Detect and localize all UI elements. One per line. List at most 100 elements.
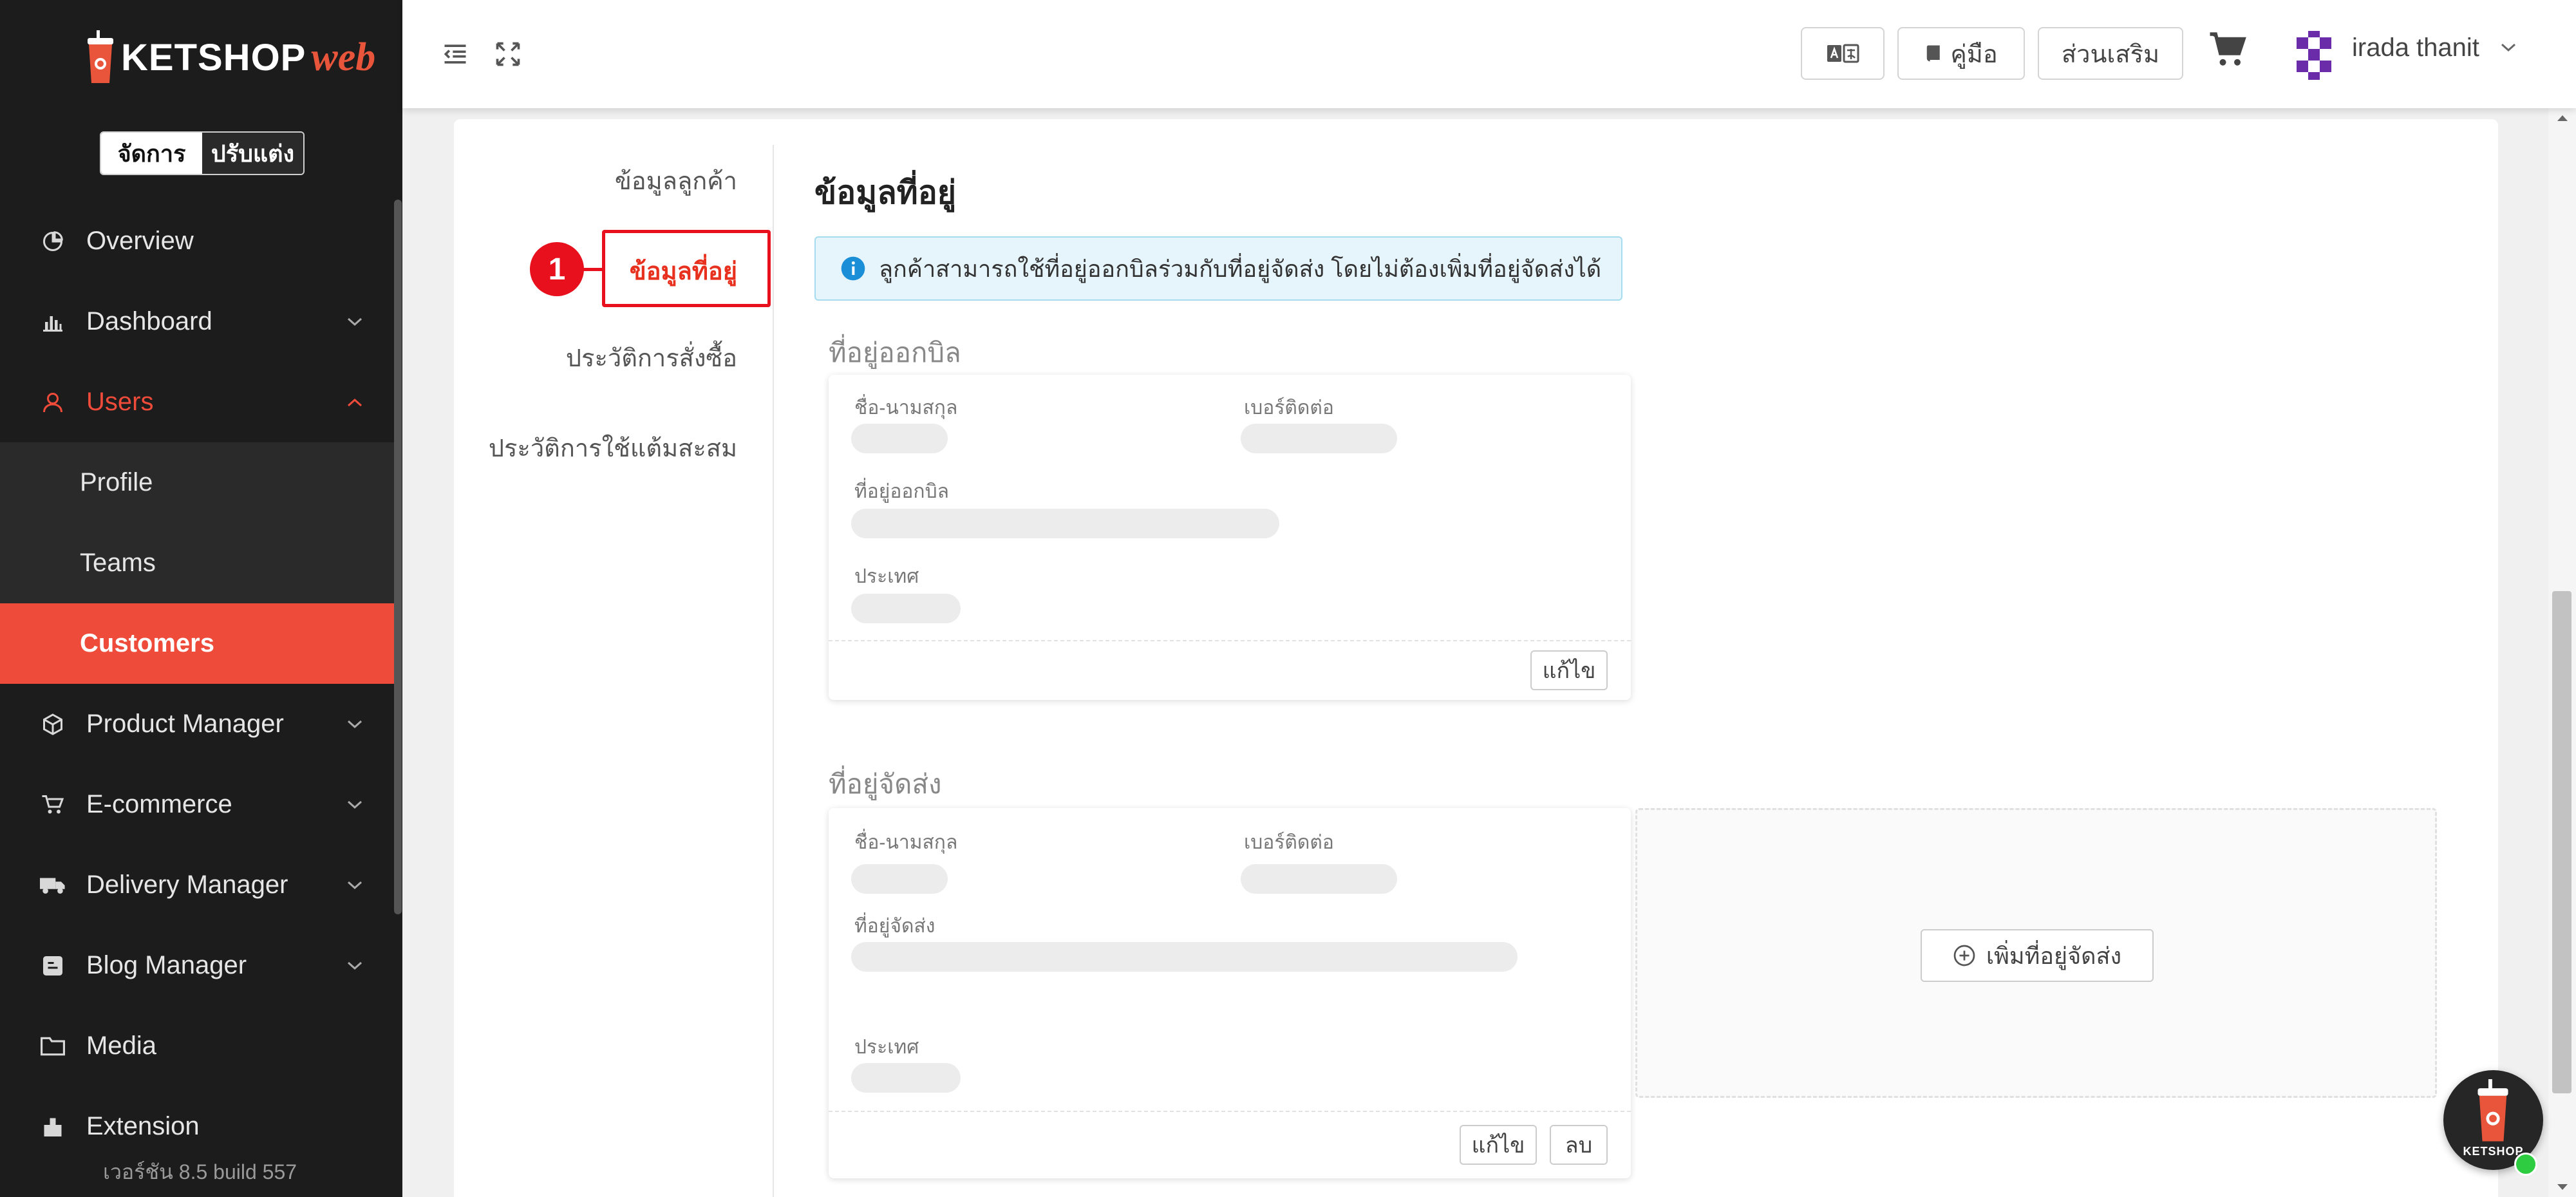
customer-detail-card: ข้อมูลลูกค้า ข้อมูลที่อยู่ ประวัติการสั่… — [454, 119, 2498, 1197]
manual-button[interactable]: คู่มือ — [1897, 27, 2025, 80]
phone-label: เบอร์ติดต่อ — [1244, 397, 1334, 419]
country-placeholder — [851, 1063, 961, 1093]
ketshop-logo[interactable]: KETSHOP web — [84, 27, 375, 88]
sidebar-item-product-manager[interactable]: Product Manager — [0, 684, 395, 764]
page-scrollbar[interactable] — [2548, 108, 2576, 1197]
chevron-down-icon — [347, 881, 362, 889]
tab-points-history[interactable]: ประวัติการใช้แต้มสะสม — [489, 428, 737, 467]
add-shipping-label: เพิ่มที่อยู่จัดส่ง — [1986, 942, 2122, 969]
shipping-title: ที่อยู่จัดส่ง — [829, 769, 942, 799]
page-scrollbar-thumb[interactable] — [2552, 591, 2571, 1093]
sidebar-item-label: Extension — [86, 1112, 200, 1140]
phone-placeholder — [1241, 864, 1397, 894]
step-connector — [583, 268, 603, 271]
sidebar-item-overview[interactable]: Overview — [0, 201, 395, 281]
detail-tabs: ข้อมูลลูกค้า ข้อมูลที่อยู่ ประวัติการสั่… — [454, 119, 773, 1197]
tab-order-history[interactable]: ประวัติการสั่งซื้อ — [566, 338, 737, 377]
country-label: ประเทศ — [854, 566, 919, 587]
pie-chart-icon — [40, 229, 66, 254]
bar-chart-icon — [40, 309, 66, 335]
collapse-menu-icon[interactable] — [441, 40, 469, 68]
top-bar: คู่มือ ส่วนเสริม irada thanit — [402, 0, 2576, 108]
sidebar-subitem-teams[interactable]: Teams — [0, 523, 395, 603]
language-button[interactable] — [1801, 27, 1885, 80]
sidebar-item-delivery-manager[interactable]: Delivery Manager — [0, 845, 395, 925]
truck-icon — [40, 872, 66, 898]
chevron-down-icon — [347, 961, 362, 970]
chevron-down-icon — [347, 800, 362, 809]
version-text: เวอร์ชัน 8.5 build 557 — [0, 1147, 402, 1197]
chevron-up-icon — [347, 398, 362, 406]
cup-logo-icon — [88, 30, 113, 83]
logo-brand: KETSHOP — [121, 37, 306, 79]
billing-address-card: ชื่อ-นามสกุล เบอร์ติดต่อ ที่อยู่ออกบิล ป… — [829, 375, 1631, 700]
extension-button[interactable]: ส่วนเสริม — [2038, 27, 2183, 80]
sidebar-item-label: Overview — [86, 227, 194, 255]
country-label: ประเทศ — [854, 1037, 919, 1058]
sidebar-item-users[interactable]: Users — [0, 362, 395, 442]
edit-shipping-button[interactable]: แก้ไข — [1460, 1125, 1537, 1165]
tab-highlight-box — [602, 230, 771, 307]
chevron-down-icon[interactable] — [2500, 42, 2517, 53]
box-icon — [40, 712, 66, 737]
online-status-dot — [2514, 1153, 2537, 1176]
manual-label: คู่มือ — [1950, 41, 1998, 68]
card-footer: แก้ไข ลบ — [829, 1111, 1631, 1178]
info-icon — [841, 256, 865, 281]
info-alert: ลูกค้าสามารถใช้ที่อยู่ออกบิลร่วมกับที่อย… — [814, 236, 1622, 301]
sidebar-item-blog-manager[interactable]: Blog Manager — [0, 925, 395, 1006]
sidebar-nav: Overview Dashboard Users Profile Teams C… — [0, 201, 395, 1167]
address-placeholder — [851, 509, 1279, 538]
user-name[interactable]: irada thanit — [2352, 33, 2479, 62]
logo-suffix: web — [311, 35, 376, 79]
info-text: ลูกค้าสามารถใช้ที่อยู่ออกบิลร่วมกับที่อย… — [879, 255, 1602, 282]
step-badge: 1 — [530, 242, 584, 296]
folder-icon — [40, 1033, 66, 1059]
cart-icon — [40, 792, 66, 818]
scroll-up-icon[interactable] — [2556, 113, 2569, 122]
mode-toggle: จัดการ ปรับแต่ง — [100, 131, 305, 175]
plus-circle-icon — [1953, 945, 1975, 966]
scroll-down-icon[interactable] — [2556, 1183, 2569, 1192]
add-shipping-button[interactable]: เพิ่มที่อยู่จัดส่ง — [1921, 929, 2154, 982]
cup-logo-icon — [2477, 1079, 2508, 1142]
puzzle-icon — [40, 1114, 66, 1140]
blog-icon — [40, 953, 66, 979]
tab-customer-info[interactable]: ข้อมูลลูกค้า — [615, 161, 737, 200]
shipping-address-card: ชื่อ-นามสกุล เบอร์ติดต่อ ที่อยู่จัดส่ง ป… — [829, 808, 1631, 1178]
sidebar-item-label: Blog Manager — [86, 951, 247, 979]
user-icon — [40, 390, 66, 415]
add-shipping-area: เพิ่มที่อยู่จัดส่ง — [1635, 808, 2437, 1098]
sidebar-scrollbar[interactable] — [394, 200, 402, 914]
name-placeholder — [851, 424, 948, 453]
tabs-divider — [773, 145, 774, 1197]
country-placeholder — [851, 594, 961, 623]
name-label: ชื่อ-นามสกุล — [854, 832, 958, 853]
sidebar-item-label: E-commerce — [86, 790, 232, 818]
book-icon — [1927, 45, 1941, 62]
sidebar-subitem-profile[interactable]: Profile — [0, 442, 395, 523]
sidebar-item-dashboard[interactable]: Dashboard — [0, 281, 395, 362]
sidebar-subitem-customers[interactable]: Customers — [0, 603, 395, 684]
cart-icon[interactable] — [2208, 31, 2247, 70]
translate-icon — [1827, 44, 1859, 63]
edit-billing-button[interactable]: แก้ไข — [1530, 650, 1608, 690]
chevron-down-icon — [347, 317, 362, 326]
sidebar-item-ecommerce[interactable]: E-commerce — [0, 764, 395, 845]
chevron-down-icon — [347, 720, 362, 728]
mode-customize-button[interactable]: ปรับแต่ง — [202, 133, 303, 174]
mode-manage-button[interactable]: จัดการ — [101, 133, 202, 174]
name-placeholder — [851, 864, 948, 894]
address-label: ที่อยู่ออกบิล — [854, 481, 949, 502]
card-footer: แก้ไข — [829, 640, 1631, 700]
address-placeholder — [851, 942, 1518, 972]
sidebar-item-label: Dashboard — [86, 307, 212, 335]
address-label: ที่อยู่จัดส่ง — [854, 916, 935, 937]
phone-placeholder — [1241, 424, 1397, 453]
sidebar: KETSHOP web จัดการ ปรับแต่ง Overview Das… — [0, 0, 402, 1197]
sidebar-item-media[interactable]: Media — [0, 1006, 395, 1086]
avatar[interactable] — [2290, 31, 2339, 80]
sidebar-item-label: Users — [86, 388, 154, 416]
fullscreen-icon[interactable] — [494, 40, 522, 68]
delete-shipping-button[interactable]: ลบ — [1550, 1125, 1608, 1165]
